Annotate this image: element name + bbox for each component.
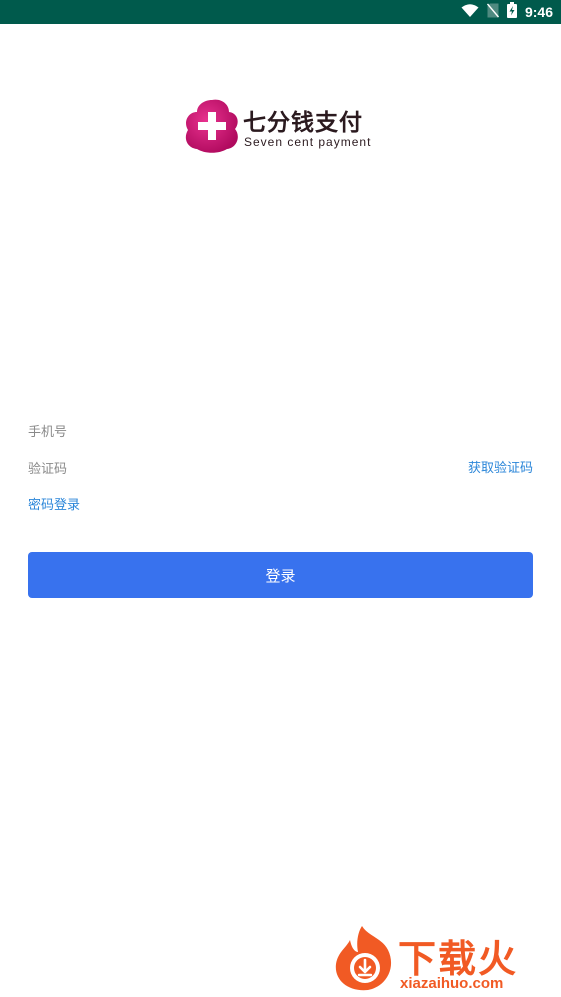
password-login-link[interactable]: 密码登录 (28, 494, 80, 518)
no-sim-icon (486, 3, 500, 22)
watermark: 下载火 xiazaihuo.com (330, 922, 556, 994)
verification-code-input[interactable] (28, 457, 388, 481)
battery-charging-icon (506, 2, 517, 22)
status-bar: 9:46 (0, 0, 561, 24)
code-field-row: 获取验证码 (28, 457, 533, 481)
logo-title: 七分钱支付 (243, 110, 363, 136)
status-icons: 9:46 (461, 0, 553, 24)
logo-mark-icon (183, 96, 241, 154)
logo-subtitle: Seven cent payment (244, 135, 372, 149)
brand-logo: 七分钱支付 Seven cent payment (183, 96, 383, 154)
wifi-icon (461, 3, 479, 22)
phone-input[interactable] (28, 420, 388, 444)
status-time: 9:46 (524, 4, 553, 20)
flame-logo-icon (332, 924, 398, 992)
login-button[interactable]: 登录 (28, 552, 533, 598)
get-code-button[interactable]: 获取验证码 (468, 457, 533, 481)
phone-field-row (28, 420, 533, 444)
watermark-url: xiazaihuo.com (400, 975, 504, 992)
